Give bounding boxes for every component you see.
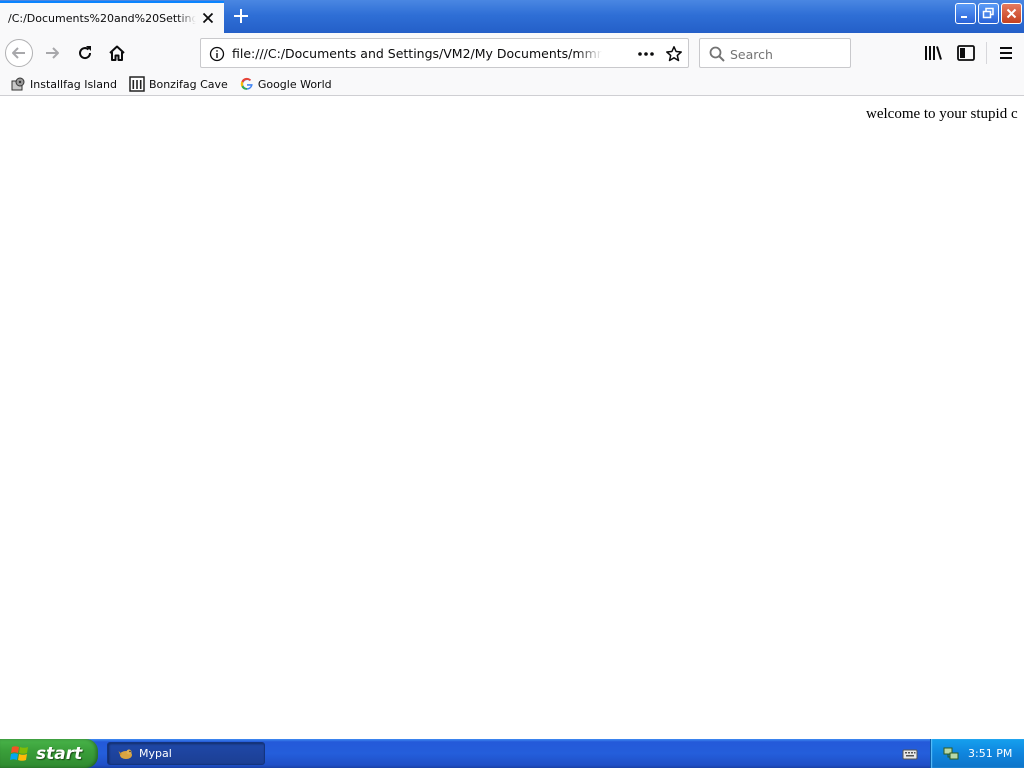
search-icon <box>709 46 725 62</box>
bookmarks-toolbar: Installfag Island Bonzifag Cave Google W… <box>0 73 1024 96</box>
forward-arrow-icon <box>46 47 59 59</box>
reload-icon <box>79 46 92 60</box>
taskbar: start Mypal 3:51 PM <box>0 739 1024 768</box>
bookmark-bonzifag-cave[interactable]: Bonzifag Cave <box>129 74 228 94</box>
close-window-button[interactable] <box>1001 3 1022 24</box>
title-bar: /C:/Documents%20and%20Settings/VM2/My%20… <box>0 0 1024 33</box>
start-label: start <box>36 743 83 764</box>
url-bar[interactable]: file:///C:/Documents and Settings/VM2/My… <box>200 38 689 68</box>
library-icon[interactable] <box>922 43 944 63</box>
installer-icon <box>11 77 25 91</box>
minimize-window-button[interactable] <box>955 3 976 24</box>
scrolling-welcome-text: welcome to your stupid c <box>866 106 1018 122</box>
network-icon[interactable] <box>943 745 959 761</box>
bookmark-installfag-island[interactable]: Installfag Island <box>10 74 117 94</box>
close-tab-icon[interactable] <box>200 10 216 26</box>
search-bar[interactable] <box>699 38 851 68</box>
bookmark-google-world[interactable]: Google World <box>240 74 332 94</box>
clock: 3:51 PM <box>968 747 1013 760</box>
mypal-app-icon <box>118 749 132 759</box>
toolbar-separator <box>986 42 987 64</box>
keyboard-icon[interactable] <box>902 746 918 762</box>
hamburger-menu-icon[interactable] <box>995 43 1017 63</box>
start-button[interactable]: start <box>0 739 98 768</box>
navigation-toolbar: file:///C:/Documents and Settings/VM2/My… <box>0 33 1024 73</box>
bookmark-label: Installfag Island <box>30 77 117 91</box>
tab-title: /C:/Documents%20and%20Settings/VM2/My%20… <box>8 11 196 25</box>
info-icon[interactable] <box>209 46 225 62</box>
reload-button[interactable] <box>71 39 99 67</box>
back-arrow-icon <box>12 47 25 59</box>
page-content: welcome to your stupid c <box>0 96 1024 739</box>
page-actions-icon[interactable] <box>637 45 655 63</box>
home-button[interactable] <box>103 39 131 67</box>
taskbar-item-label: Mypal <box>139 747 172 760</box>
url-text[interactable]: file:///C:/Documents and Settings/VM2/My… <box>232 46 602 61</box>
new-tab-icon[interactable] <box>230 5 252 27</box>
windows-logo-icon <box>10 745 28 761</box>
restore-window-button[interactable] <box>978 3 999 24</box>
building-icon <box>129 76 145 92</box>
search-input[interactable] <box>730 45 845 63</box>
bookmark-label: Bonzifag Cave <box>148 77 228 91</box>
sidebar-icon[interactable] <box>955 43 977 63</box>
bookmark-star-icon[interactable] <box>665 45 683 63</box>
forward-button[interactable] <box>38 39 66 67</box>
system-tray: 3:51 PM <box>930 739 1024 768</box>
bookmark-label: Google World <box>257 77 332 91</box>
google-icon <box>240 77 253 90</box>
taskbar-item-mypal[interactable]: Mypal <box>107 742 265 765</box>
home-icon <box>109 45 125 61</box>
back-button[interactable] <box>5 39 33 67</box>
active-tab[interactable]: /C:/Documents%20and%20Settings/VM2/My%20… <box>0 1 224 33</box>
